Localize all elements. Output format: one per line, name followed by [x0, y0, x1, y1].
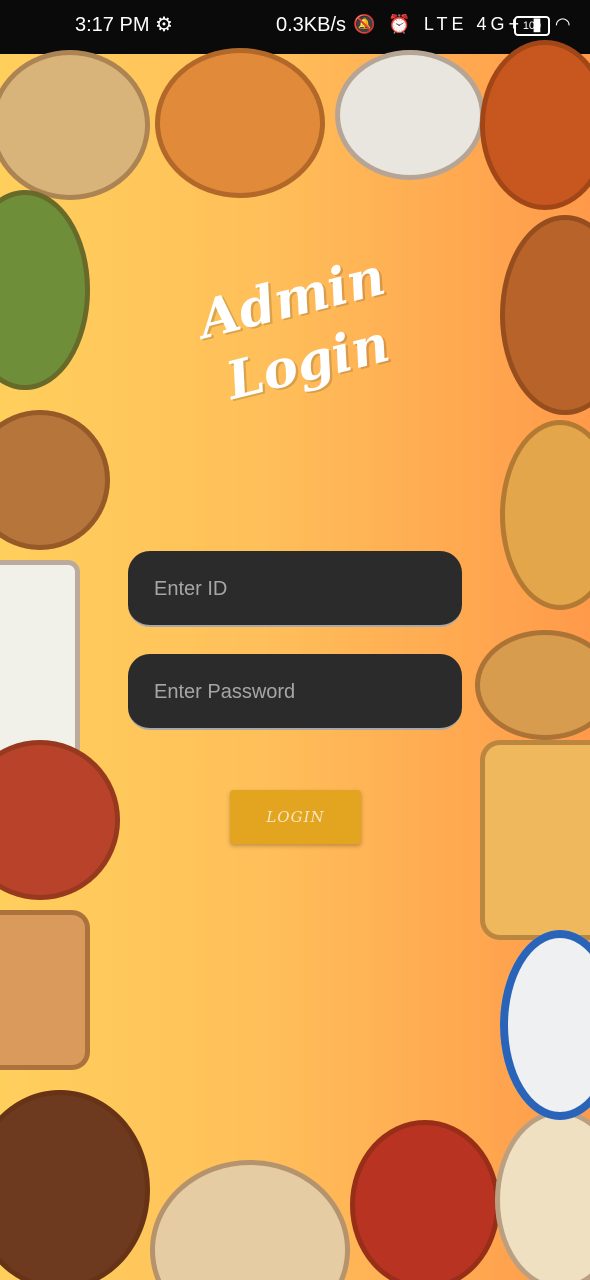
food-image-right-5 [500, 930, 590, 1120]
food-image-bottom-center [150, 1160, 350, 1280]
battery-icon: 100 [514, 16, 550, 36]
food-image-top-left [0, 50, 150, 200]
food-image-right-3 [475, 630, 590, 740]
login-button[interactable]: LOGIN [230, 790, 361, 844]
food-image-left-2 [0, 410, 110, 550]
gear-icon: ⚙ [155, 14, 173, 36]
food-image-left-1 [0, 190, 90, 390]
food-image-bottom-right [350, 1120, 500, 1280]
password-field[interactable] [128, 654, 466, 730]
food-image-right-1 [500, 215, 590, 415]
food-image-right-2 [500, 420, 590, 610]
login-screen: 3:17 PM ⚙ 0.3KB/s 🔕 ⏰ LTE 4G+ ▮ ◠ 100 Ad… [0, 0, 590, 1280]
page-title: Admin Login [182, 242, 418, 421]
food-image-top-center [155, 48, 325, 198]
password-input[interactable] [152, 654, 466, 730]
food-image-top-right [335, 50, 485, 180]
network-speed: 0.3KB/s [276, 14, 347, 36]
food-image-bottom-left [0, 1090, 150, 1280]
food-image-left-3 [0, 560, 80, 760]
food-image-top-far-right [480, 40, 590, 210]
id-field[interactable] [128, 551, 466, 627]
food-image-bottom-far-right [495, 1110, 590, 1280]
id-input[interactable] [152, 551, 466, 627]
status-time: 3:17 PM [75, 14, 150, 36]
status-bar: 3:17 PM ⚙ 0.3KB/s 🔕 ⏰ LTE 4G+ ▮ ◠ 100 [0, 0, 590, 54]
food-image-right-4 [480, 740, 590, 940]
food-image-left-5 [0, 910, 90, 1070]
food-image-left-4 [0, 740, 120, 900]
